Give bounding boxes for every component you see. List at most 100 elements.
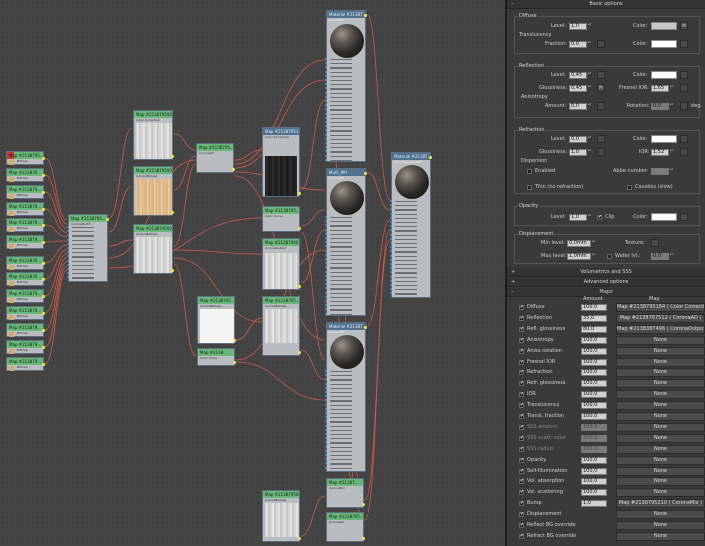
input-socket[interactable] <box>325 142 327 144</box>
map-slot-button[interactable]: None <box>616 368 705 378</box>
input-socket[interactable] <box>325 87 327 90</box>
thin-refraction-checkbox[interactable] <box>527 185 532 190</box>
input-socket[interactable] <box>67 255 69 258</box>
input-socket[interactable] <box>390 271 392 274</box>
slot-row[interactable] <box>395 217 417 219</box>
reflection-level-map-button[interactable] <box>597 71 605 79</box>
input-socket[interactable] <box>325 403 327 406</box>
output-socket[interactable] <box>298 537 301 540</box>
output-socket[interactable] <box>106 218 109 221</box>
input-socket[interactable] <box>325 258 327 260</box>
input-socket[interactable] <box>390 267 392 270</box>
slot-row[interactable] <box>330 455 352 457</box>
input-socket[interactable] <box>325 437 327 440</box>
input-socket[interactable] <box>67 268 69 270</box>
map-slot-button[interactable]: None <box>616 488 705 498</box>
input-socket[interactable] <box>325 125 327 128</box>
slot-row[interactable] <box>330 305 352 307</box>
abbe-number-spinner[interactable] <box>651 168 675 175</box>
map-amount-spinner[interactable]: 100,0 <box>581 445 607 453</box>
map-slot-button[interactable]: None <box>616 444 705 454</box>
map-enable-checkbox[interactable] <box>519 435 524 441</box>
input-socket[interactable] <box>390 212 392 215</box>
fresnel-ior-map-button[interactable] <box>680 84 688 92</box>
slot-row[interactable] <box>395 222 417 224</box>
slot-row[interactable] <box>330 105 352 107</box>
output-socket[interactable] <box>298 192 301 195</box>
input-socket[interactable] <box>325 104 327 107</box>
refraction-level-map-button[interactable] <box>597 135 605 143</box>
slot-row[interactable] <box>330 292 352 294</box>
grey-texture-node[interactable]: Map #2138795... CoronaBitmap <box>262 296 301 356</box>
map-enable-checkbox[interactable] <box>519 304 524 310</box>
slot-row[interactable] <box>395 243 417 245</box>
input-socket[interactable] <box>325 245 327 248</box>
map-enable-checkbox[interactable] <box>519 326 524 332</box>
input-socket[interactable] <box>390 216 392 219</box>
map-amount-spinner[interactable]: 35,0 <box>581 314 607 322</box>
anisotropy-rotation-map-button[interactable] <box>680 102 688 110</box>
output-socket[interactable] <box>42 241 45 244</box>
map-slot-button[interactable]: Map #2138387496 ( CoronaOutput ) <box>616 324 705 334</box>
map-enable-checkbox[interactable] <box>519 391 524 398</box>
input-socket[interactable] <box>325 274 327 277</box>
map-enable-checkbox[interactable] <box>519 424 524 430</box>
material-middle-node[interactable]: Multi_Mtl CoronaMtl <box>325 168 367 316</box>
input-socket[interactable] <box>325 416 327 419</box>
map-amount-spinner[interactable]: 80,0 <box>581 325 607 333</box>
input-socket[interactable] <box>325 253 327 256</box>
reflection-gloss-spinner[interactable]: 0,45 <box>569 85 593 92</box>
color-correction-node-2[interactable]: Map #2138795... Color Corre... <box>262 206 301 232</box>
output-socket[interactable] <box>42 312 45 315</box>
slot-row[interactable] <box>330 267 352 269</box>
input-socket[interactable] <box>325 424 327 427</box>
slot-row[interactable] <box>330 417 352 419</box>
bitmap-node[interactable]: Map #213879... Bitmap <box>6 272 45 286</box>
input-socket[interactable] <box>325 100 327 102</box>
input-socket[interactable] <box>325 449 327 452</box>
output-socket[interactable] <box>42 346 45 349</box>
input-socket[interactable] <box>325 150 327 153</box>
slot-row[interactable] <box>330 238 352 240</box>
water-level-spinner[interactable]: 0,0 <box>651 253 675 260</box>
reflection-level-spinner[interactable]: 0,45 <box>569 72 593 79</box>
map-amount-spinner[interactable]: 100,0 <box>581 402 607 410</box>
input-socket[interactable] <box>67 259 69 262</box>
reflection-color-swatch[interactable] <box>651 71 677 79</box>
output-socket[interactable] <box>42 191 45 194</box>
map-enable-checkbox[interactable] <box>519 500 524 507</box>
input-socket[interactable] <box>325 262 327 265</box>
opacity-color-map-button[interactable] <box>680 213 688 221</box>
map-enable-checkbox[interactable] <box>519 511 524 518</box>
input-socket[interactable] <box>67 251 69 254</box>
map-slot-button[interactable]: Map #2138795210 ( CoronaMix ) <box>616 499 705 509</box>
slot-row[interactable] <box>330 242 352 244</box>
slot-row[interactable] <box>330 442 352 444</box>
slot-row[interactable] <box>395 201 417 203</box>
slot-row[interactable] <box>395 234 417 236</box>
slot-row[interactable] <box>330 288 352 290</box>
map-amount-spinner[interactable]: 100,0 <box>581 478 607 486</box>
map-amount-spinner[interactable]: 100,0 <box>581 336 607 344</box>
slot-row[interactable] <box>330 71 352 73</box>
advanced-options-rollout[interactable]: + Advanced options <box>507 278 705 287</box>
map-amount-spinner[interactable]: 100,0 <box>581 456 607 464</box>
slot-row[interactable] <box>330 117 352 119</box>
slot-row[interactable] <box>72 227 94 229</box>
map-amount-spinner[interactable]: 100,0 <box>581 369 607 377</box>
slot-row[interactable] <box>330 229 352 231</box>
input-socket[interactable] <box>325 158 327 161</box>
diffuse-level-spinner[interactable]: 1,0 <box>569 23 593 30</box>
input-socket[interactable] <box>325 428 327 431</box>
diffuse-map-button[interactable]: M <box>680 22 688 30</box>
slot-row[interactable] <box>72 235 94 237</box>
slot-row[interactable] <box>330 434 352 436</box>
slot-row[interactable] <box>330 84 352 86</box>
opacity-clip-checkbox[interactable] <box>597 214 602 220</box>
slot-row[interactable] <box>72 239 94 241</box>
map-enable-checkbox[interactable] <box>519 402 524 409</box>
input-socket[interactable] <box>67 238 69 241</box>
output-socket[interactable] <box>171 211 174 214</box>
input-socket[interactable] <box>325 116 327 119</box>
map-enable-checkbox[interactable] <box>519 468 524 474</box>
